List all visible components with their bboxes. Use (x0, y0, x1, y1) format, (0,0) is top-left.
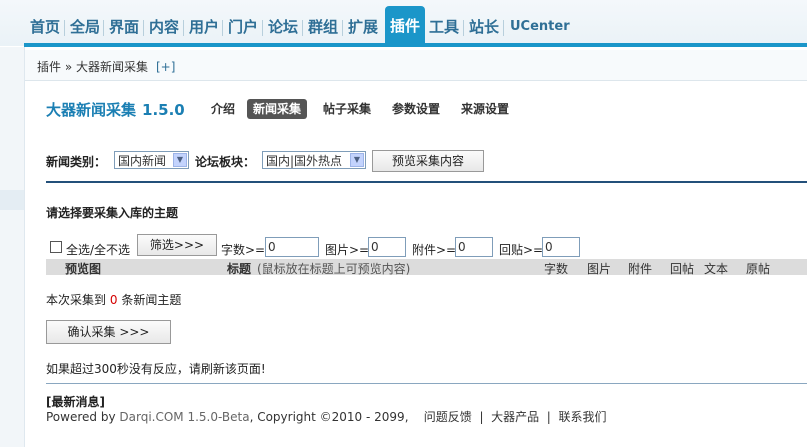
nav-interface[interactable]: 界面 (109, 10, 139, 44)
nav-separator (222, 20, 223, 36)
nav-separator (64, 20, 65, 36)
tab-intro[interactable]: 介绍 (205, 99, 241, 119)
tab-post-collect[interactable]: 帖子采集 (317, 99, 377, 119)
powered-by: Powered by (46, 410, 116, 424)
nav-separator (463, 20, 464, 36)
nav-separator (503, 20, 504, 36)
breadcrumb-bar: 插件 » 大器新闻采集 [+] (25, 50, 807, 81)
category-select-value: 国内新闻 (118, 154, 167, 168)
select-all-checkbox[interactable] (50, 241, 62, 253)
board-select[interactable]: 国内|国外热点 ▼ (262, 151, 366, 169)
words-min-input[interactable]: 0 (265, 237, 319, 257)
nav-home[interactable]: 首页 (30, 10, 60, 44)
preview-button[interactable]: 预览采集内容 (372, 150, 484, 172)
attach-label: 附件>= (412, 243, 457, 257)
feedback-link[interactable]: 问题反馈 (424, 410, 472, 424)
result-suffix: 条新闻主题 (121, 293, 182, 307)
nav-tools[interactable]: 工具 (429, 10, 459, 44)
breadcrumb: 插件 » 大器新闻采集 [+] (37, 58, 175, 75)
footer-divider (46, 383, 807, 384)
timeout-note: 如果超过300秒没有反应，请刷新该页面! (46, 362, 266, 376)
result-summary: 本次采集到 0 条新闻主题 (46, 291, 181, 308)
col-text: 文本 (704, 262, 729, 276)
nav-separator (143, 20, 144, 36)
select-all-label: 全选/全不选 (66, 243, 131, 257)
result-count: 0 (109, 293, 118, 307)
col-original: 原帖 (746, 262, 771, 276)
nav-separator (342, 20, 343, 36)
col-title: 标题 (227, 262, 252, 276)
col-preview: 预览图 (65, 262, 102, 276)
plugin-version: 1.5.0 (142, 101, 185, 119)
col-replies: 回帖 (670, 262, 695, 276)
col-attach: 附件 (628, 262, 653, 276)
breadcrumb-add-button[interactable]: [+] (156, 60, 175, 74)
nav-forum[interactable]: 论坛 (268, 10, 298, 44)
filter-button[interactable]: 筛选>>> (137, 234, 217, 256)
breadcrumb-text: 插件 » 大器新闻采集 (37, 60, 148, 74)
footer-separator: | (475, 410, 488, 424)
attach-min-input[interactable]: 0 (455, 237, 493, 257)
nav-extend[interactable]: 扩展 (348, 10, 378, 44)
nav-separator (103, 20, 104, 36)
section-divider (46, 181, 807, 183)
images-label: 图片>= (325, 243, 370, 257)
nav-webmaster[interactable]: 站长 (469, 10, 499, 44)
col-words: 字数 (544, 262, 569, 276)
tab-sources[interactable]: 来源设置 (455, 99, 515, 119)
nav-global[interactable]: 全局 (70, 10, 100, 44)
sidebar-highlight (0, 190, 24, 210)
nav-accent-bar (24, 43, 807, 47)
page-title: 大器新闻采集 1.5.0 (46, 99, 185, 120)
products-link[interactable]: 大器产品 (491, 410, 539, 424)
category-select[interactable]: 国内新闻 ▼ (114, 151, 189, 169)
col-title-hint: (鼠标放在标题上可预览内容) (257, 262, 411, 276)
nav-groups[interactable]: 群组 (308, 10, 338, 44)
board-label: 论坛板块： (195, 155, 256, 169)
contact-link[interactable]: 联系我们 (558, 410, 606, 424)
words-label: 字数>= (221, 243, 266, 257)
footer: Powered by Darqi.COM 1.5.0-Beta, Copyrig… (46, 408, 606, 425)
footer-separator: | (542, 410, 555, 424)
nav-ucenter[interactable]: UCenter (510, 10, 570, 44)
table-header: 预览图 标题 (鼠标放在标题上可预览内容) 字数 图片 附件 回帖 文本 原帖 (46, 259, 807, 276)
nav-separator (302, 20, 303, 36)
col-images: 图片 (587, 262, 612, 276)
nav-content[interactable]: 内容 (149, 10, 179, 44)
category-label: 新闻类别： (46, 155, 107, 169)
nav-separator (183, 20, 184, 36)
top-nav: 首页 全局 界面 内容 用户 门户 论坛 群组 扩展 插件 工具 站长 UCen… (0, 0, 807, 47)
replies-min-input[interactable]: 0 (542, 237, 580, 257)
copyright: , Copyright ©2010 - 2099, (249, 410, 409, 424)
nav-separator (262, 20, 263, 36)
nav-plugins[interactable]: 插件 (385, 6, 426, 46)
result-prefix: 本次采集到 (46, 293, 107, 307)
nav-portal[interactable]: 门户 (228, 10, 258, 44)
confirm-collect-button[interactable]: 确认采集 >>> (46, 320, 171, 344)
replies-label: 回贴>= (499, 243, 544, 257)
images-min-input[interactable]: 0 (368, 237, 406, 257)
chevron-down-icon: ▼ (350, 153, 364, 167)
left-sidebar (0, 47, 25, 447)
plugin-name: 大器新闻采集 (46, 101, 137, 119)
nav-users[interactable]: 用户 (189, 10, 219, 44)
select-heading: 请选择要采集入库的主题 (46, 206, 179, 220)
tab-news-collect[interactable]: 新闻采集 (247, 99, 308, 119)
board-select-value: 国内|国外热点 (266, 154, 343, 168)
brand-link[interactable]: Darqi.COM 1.5.0-Beta (119, 410, 249, 424)
tab-settings[interactable]: 参数设置 (386, 99, 446, 119)
chevron-down-icon: ▼ (173, 153, 187, 167)
